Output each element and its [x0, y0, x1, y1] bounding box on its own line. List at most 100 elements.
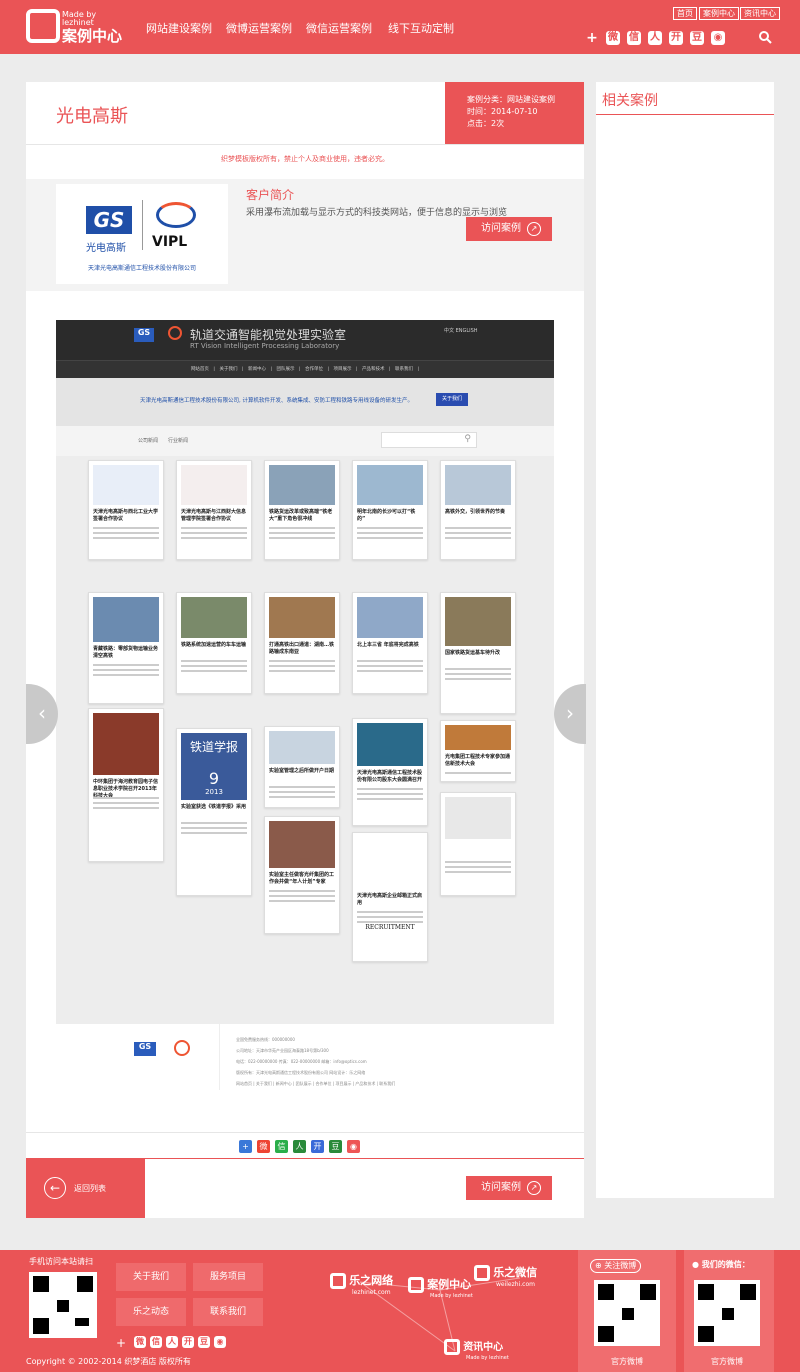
shot-card-text-line	[445, 866, 511, 868]
weibo-icon[interactable]: 微	[257, 1140, 270, 1153]
shot-card-image	[181, 465, 247, 505]
shot-card: 天津光电高斯企业邮箱正式启用	[352, 832, 428, 962]
top-link-news[interactable]: 资讯中心	[740, 7, 780, 20]
client-intro-band: GS 光电高斯 VIPL 天津光电高斯通信工程技术股份有限公司 客户简介 采用瀑…	[26, 179, 584, 291]
shot-footer-info: 全国免费服务热线：000000000 公司地址：天津市华苑产业园区海泰路18号第…	[236, 1034, 395, 1089]
douban-icon[interactable]: 豆	[329, 1140, 342, 1153]
footer-contact-button[interactable]: 联系我们	[193, 1298, 263, 1326]
brand-wechat[interactable]: 乐之微信 weilezhi.com	[474, 1264, 537, 1288]
shot-card-title: 天津光电高斯企业邮箱正式启用	[357, 893, 423, 906]
shot-card-image	[93, 597, 159, 642]
shot-card-text-line	[93, 674, 159, 676]
shot-card-text-line	[269, 670, 335, 672]
visit-case-button-bottom[interactable]: 访问案例 ↗	[466, 1176, 552, 1200]
search-icon: ⚲	[464, 434, 471, 444]
journal-number: 9	[208, 769, 220, 788]
vipl-logo-icon	[174, 1040, 190, 1056]
plus-icon[interactable]: +	[116, 1336, 126, 1350]
brand-news[interactable]: 资讯中心 Made by lezhinet	[444, 1338, 509, 1361]
logo-title[interactable]: 案例中心	[62, 25, 122, 46]
shot-card-image	[357, 837, 423, 889]
logo-icon[interactable]	[26, 9, 60, 43]
shot-filter: 公司新闻 行业新闻 ⚲	[56, 426, 554, 456]
related-cases-panel: 相关案例	[596, 82, 774, 1198]
follow-weibo-button[interactable]: ⊕ 关注微博	[590, 1259, 642, 1273]
shot-card-image	[357, 465, 423, 505]
shot-card-text-line	[357, 532, 423, 534]
shot-card-text-line	[93, 527, 159, 529]
qr-code	[694, 1280, 760, 1346]
shot-card-text-line	[181, 532, 247, 534]
shot-card-title: 高铁外交，引领世界的节奏	[445, 509, 506, 515]
nav-offline-cases[interactable]: 线下互动定制	[388, 20, 454, 36]
kaixin-icon[interactable]: 开	[311, 1140, 324, 1153]
footer-news-button[interactable]: 乐之动态	[116, 1298, 186, 1326]
shot-card-text-line	[269, 890, 335, 892]
search-icon[interactable]	[758, 30, 772, 44]
shot-card-image	[269, 731, 335, 764]
shot-card-title: 北上本三省 年底将完成高铁	[357, 642, 419, 648]
shot-card-text-line	[181, 527, 247, 529]
weibo-column: ⊕ 关注微博 官方微博	[578, 1250, 676, 1372]
shot-card-title: 国家铁路货运基车待升改	[445, 650, 501, 656]
shot-journal-cover: 铁道学报 9 2013	[180, 732, 248, 812]
shot-site-title: 轨道交通智能视觉处理实验室	[190, 328, 347, 342]
qr-code	[29, 1272, 97, 1338]
brand-logo-icon	[474, 1265, 490, 1281]
brand-lezhi[interactable]: 乐之网络 lezhinet.com	[330, 1272, 393, 1296]
plus-icon[interactable]: +	[585, 31, 599, 45]
shot-card: 光电集团工程技术专家参加通信新技术大会	[440, 720, 516, 782]
top-link-cases[interactable]: 案例中心	[699, 7, 739, 20]
shot-card-text-line	[181, 660, 247, 662]
shot-card-title: 天津光电高斯与西北工业大学签署合作协议	[93, 509, 159, 522]
shot-card-image	[269, 597, 335, 638]
shot-card: 天津光电高斯与西北工业大学签署合作协议	[88, 460, 164, 560]
nav-wechat-cases[interactable]: 微信运营案例	[306, 20, 372, 36]
shot-card-text-line	[93, 807, 159, 809]
nav-website-cases[interactable]: 网站建设案例	[146, 20, 212, 36]
wechat-icon: ●	[692, 1260, 699, 1269]
wechat-icon[interactable]: 信	[627, 31, 641, 45]
next-arrow-button[interactable]: ›	[554, 684, 586, 744]
nav-weibo-cases[interactable]: 微博运营案例	[226, 20, 292, 36]
footer-about-button[interactable]: 关于我们	[116, 1263, 186, 1291]
wechat-icon[interactable]: 信	[275, 1140, 288, 1153]
prev-arrow-button[interactable]: ‹	[26, 684, 58, 744]
shot-card-image	[445, 725, 511, 750]
visit-case-button[interactable]: 访问案例 ↗	[466, 217, 552, 241]
shot-card-text-line	[181, 822, 247, 824]
plus-icon[interactable]: +	[239, 1140, 252, 1153]
case-meta-box: 案例分类：网站建设案例 时间：2014-07-10 点击：2次	[445, 82, 584, 144]
weibo-icon[interactable]: 微	[606, 31, 620, 45]
shot-card-text-line	[445, 678, 511, 680]
renren-icon[interactable]: 人	[648, 31, 662, 45]
other-icon[interactable]: ◉	[214, 1336, 226, 1348]
kaixin-icon[interactable]: 开	[182, 1336, 194, 1348]
shot-card-text-line	[181, 665, 247, 667]
shot-card-text-line	[181, 832, 247, 834]
top-link-home[interactable]: 首页	[673, 7, 697, 20]
shot-card-text-line	[445, 668, 511, 670]
official-wechat-label: 官方微博	[711, 1357, 743, 1366]
shot-card-text-line	[93, 664, 159, 666]
brand-name: 乐之微信	[493, 1266, 538, 1279]
brand-cases[interactable]: 案例中心 Made by lezhinet	[408, 1276, 473, 1299]
shot-footer: GS 全国免费服务热线：000000000 公司地址：天津市华苑产业园区海泰路1…	[56, 1024, 554, 1090]
shot-lang: 中文 ENGLISH	[444, 328, 478, 334]
shot-card-text-line	[269, 537, 335, 539]
other-icon[interactable]: ◉	[347, 1140, 360, 1153]
douban-icon[interactable]: 豆	[198, 1336, 210, 1348]
footer-services-button[interactable]: 服务项目	[193, 1263, 263, 1291]
shot-card: 天津光电高斯通信工程技术股份有限公司股东大会圆满召开	[352, 718, 428, 826]
renren-icon[interactable]: 人	[166, 1336, 178, 1348]
douban-icon[interactable]: 豆	[690, 31, 704, 45]
renren-icon[interactable]: 人	[293, 1140, 306, 1153]
weibo-icon[interactable]: 微	[134, 1336, 146, 1348]
shot-card: 实验室主任做客光纤集团的工作会并做“年人计划”专家	[264, 816, 340, 934]
shot-card-text-line	[93, 532, 159, 534]
other-icon[interactable]: ◉	[711, 31, 725, 45]
wechat-icon[interactable]: 信	[150, 1336, 162, 1348]
kaixin-icon[interactable]: 开	[669, 31, 683, 45]
shot-card-text-line	[269, 895, 335, 897]
back-to-list-button[interactable]: ← 返回列表	[26, 1158, 145, 1218]
